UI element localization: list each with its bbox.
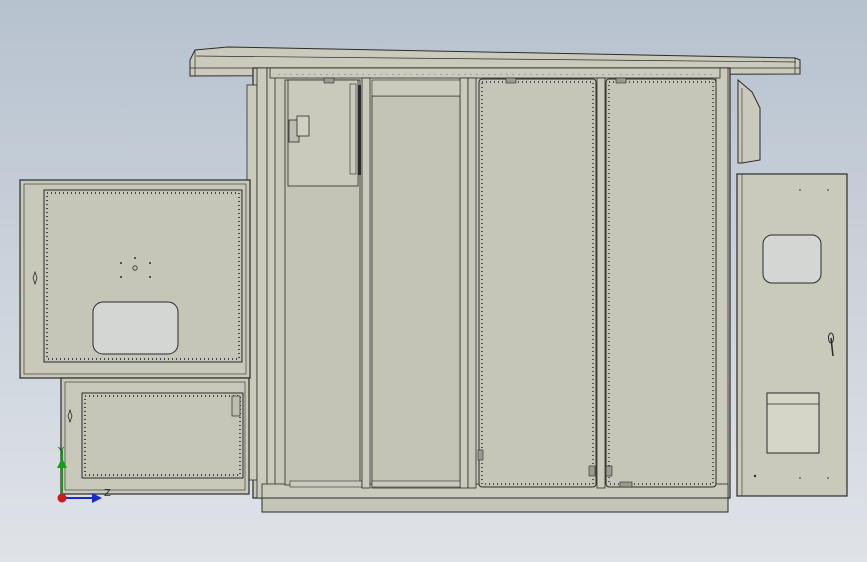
side-bracket [737,78,761,164]
right-door [736,173,848,497]
cad-viewport[interactable]: Y Z [0,0,867,562]
x-axis-dot [57,493,67,503]
left-compartment [284,79,363,488]
middle-compartment [371,79,461,489]
z-axis-label: Z [104,488,111,499]
y-axis-label: Y [57,446,65,457]
left-lower-door [60,377,250,495]
left-upper-door [19,179,251,379]
